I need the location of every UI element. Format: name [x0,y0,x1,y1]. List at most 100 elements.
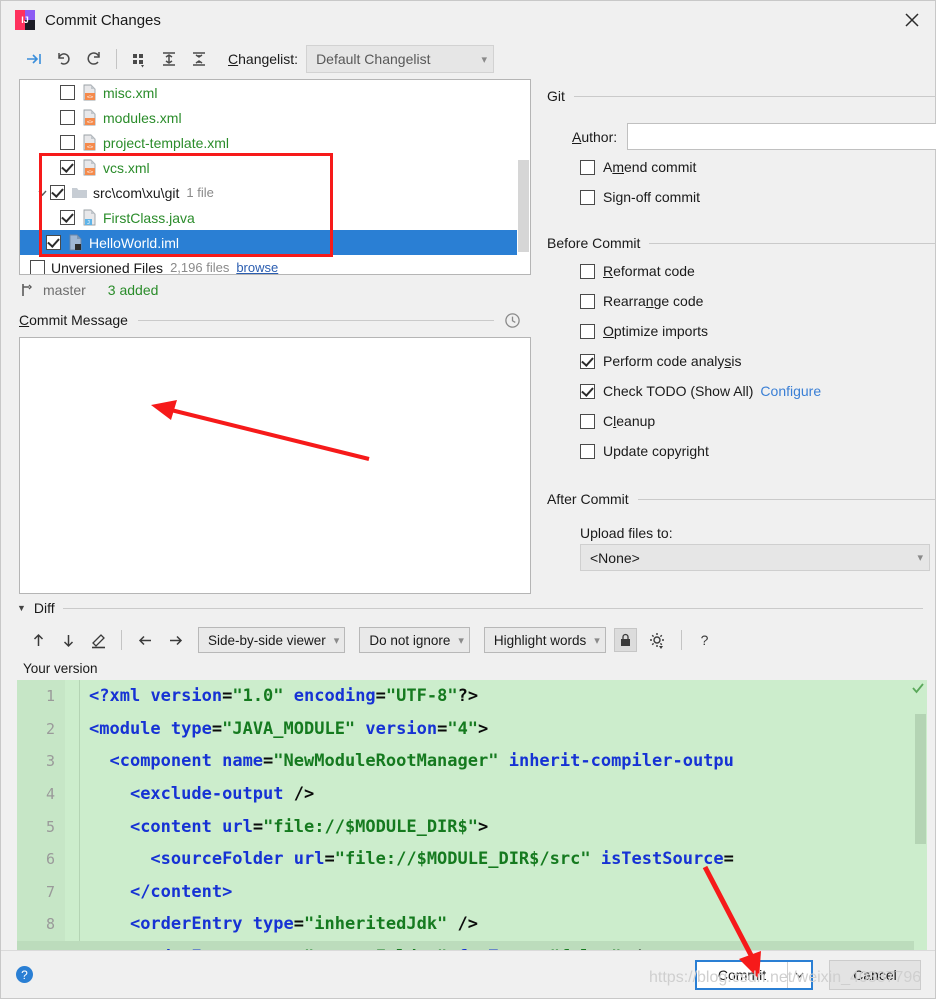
toolbar-separator [121,630,122,650]
checkbox-optimize-imports[interactable] [580,323,595,339]
tree-row-project-template-xml[interactable]: <> project-template.xml [20,130,517,155]
tree-scrollbar-thumb[interactable] [518,160,529,252]
code-lines: 1 <?xml version="1.0" encoding="UTF-8"?>… [17,680,927,950]
close-icon[interactable] [889,1,935,39]
line-number: 2 [45,719,55,738]
line-number: 7 [45,882,55,901]
tree-row-unversioned-files[interactable]: Unversioned Files 2,196 files browse [20,255,517,274]
checkbox-check-todo[interactable] [580,383,595,399]
chevron-down-icon: ▾ [917,552,923,564]
iml-module-file-icon [67,234,84,251]
upload-target-dropdown[interactable]: <None> ▾ [580,544,930,571]
checkbox-perform-code-analysis[interactable] [580,353,595,369]
editor-scrollbar-thumb[interactable] [915,714,926,844]
browse-link[interactable]: browse [236,260,278,274]
commit-split-button[interactable]: Commit [695,959,813,990]
chevron-down-icon[interactable] [34,187,50,198]
checkbox-sign-off-commit[interactable] [580,189,595,205]
body-split: <> misc.xml <> modules.xml <> project-te… [1,79,936,594]
option-sign-off-commit[interactable]: Sign-off commit [580,182,936,212]
collapse-all-icon[interactable] [184,45,214,73]
checkbox-firstclass-java[interactable] [60,210,75,225]
code-line: 1 <?xml version="1.0" encoding="UTF-8"?> [17,680,927,713]
viewer-mode-dropdown[interactable]: Side-by-side viewer ▾ [198,627,346,653]
highlight-mode-value: Highlight words [493,632,587,648]
arrow-down-icon[interactable] [53,627,83,653]
svg-text:<>: <> [87,95,94,101]
option-reformat-code[interactable]: Reformat code [580,256,936,286]
checkbox-update-copyright[interactable] [580,443,595,459]
xml-file-icon: <> [81,134,98,151]
window-title: Commit Changes [45,11,161,29]
option-rearrange-code[interactable]: Rearrange code [580,286,936,316]
commit-message-input[interactable] [19,337,531,594]
cancel-button[interactable]: Cancel [829,959,921,990]
tree-scrollbar[interactable] [517,80,530,274]
option-perform-code-analysis[interactable]: Perform code analysis [580,346,936,376]
author-label: Author: [572,128,618,145]
code-line: 5 <content url="file://$MODULE_DIR$"> [17,810,927,843]
tree-row-firstclass-java[interactable]: J FirstClass.java [20,205,517,230]
collapse-selection-icon[interactable] [19,45,49,73]
checkbox-amend-commit[interactable] [580,159,595,175]
editor-scrollbar[interactable] [914,696,927,950]
svg-text:?: ? [21,968,28,982]
checkbox-reformat-code[interactable] [580,263,595,279]
toolbar-separator [116,49,117,69]
checkbox-vcs-xml[interactable] [60,160,75,175]
svg-text:<>: <> [87,170,94,176]
after-commit-group-title: After Commit [547,491,629,507]
checkbox-cleanup[interactable] [580,413,595,429]
refresh-icon[interactable] [79,45,109,73]
checkbox-modules-xml[interactable] [60,110,75,125]
expand-all-icon[interactable] [154,45,184,73]
diff-editor[interactable]: 1 <?xml version="1.0" encoding="UTF-8"?>… [17,680,927,950]
diff-header[interactable]: ▼ Diff [1,594,935,622]
question-mark-icon[interactable]: ? [690,627,720,653]
tree-row-vcs-xml[interactable]: <> vcs.xml [20,155,517,180]
inspection-ok-icon [911,681,925,695]
xml-file-icon: <> [81,109,98,126]
chevron-down-icon[interactable] [787,961,811,988]
tree-row-helloworld-iml[interactable]: HelloWorld.iml [20,230,517,255]
highlight-mode-dropdown[interactable]: Highlight words ▾ [483,627,606,653]
tree-row-src-folder[interactable]: src\com\xu\git 1 file [20,180,517,205]
checkbox-misc-xml[interactable] [60,85,75,100]
option-check-todo[interactable]: Check TODO (Show All) Configure [580,376,936,406]
edit-pencil-icon[interactable] [83,627,113,653]
checkbox-src-folder[interactable] [50,185,65,200]
ignore-mode-dropdown[interactable]: Do not ignore ▾ [359,627,470,653]
option-label: Amend commit [603,159,697,175]
option-update-copyright[interactable]: Update copyright [580,436,936,466]
option-amend-commit[interactable]: Amend commit [580,152,936,182]
option-cleanup[interactable]: Cleanup [580,406,936,436]
gear-icon[interactable] [643,627,673,653]
group-rule [573,95,936,97]
help-circle-icon[interactable]: ? [15,965,34,984]
clock-history-icon[interactable] [504,312,521,329]
changelist-dropdown[interactable]: Default Changelist ▾ [306,45,495,73]
tree-row-misc-xml[interactable]: <> misc.xml [20,80,517,105]
arrow-left-icon[interactable] [130,627,160,653]
checkbox-rearrange-code[interactable] [580,293,595,309]
header-rule [137,319,494,321]
git-group-header: Git [547,83,936,109]
before-commit-group-title: Before Commit [547,235,641,251]
tree-row-modules-xml[interactable]: <> modules.xml [20,105,517,130]
lock-icon[interactable] [613,628,637,652]
commit-button[interactable]: Commit [697,961,787,988]
revert-icon[interactable] [49,45,79,73]
changed-files-tree[interactable]: <> misc.xml <> modules.xml <> project-te… [19,79,531,275]
commit-changes-dialog: IJ Commit Changes Changelist: Default Ch… [0,0,936,999]
triangle-down-icon[interactable]: ▼ [17,603,26,613]
checkbox-project-template-xml[interactable] [60,135,75,150]
checkbox-unversioned-files[interactable] [30,260,45,274]
author-field[interactable] [627,123,936,150]
option-label: Update copyright [603,443,709,459]
arrow-right-icon[interactable] [160,627,190,653]
option-optimize-imports[interactable]: Optimize imports [580,316,936,346]
configure-link[interactable]: Configure [760,383,821,399]
group-by-icon[interactable] [124,45,154,73]
checkbox-helloworld-iml[interactable] [46,235,61,250]
arrow-up-icon[interactable] [23,627,53,653]
